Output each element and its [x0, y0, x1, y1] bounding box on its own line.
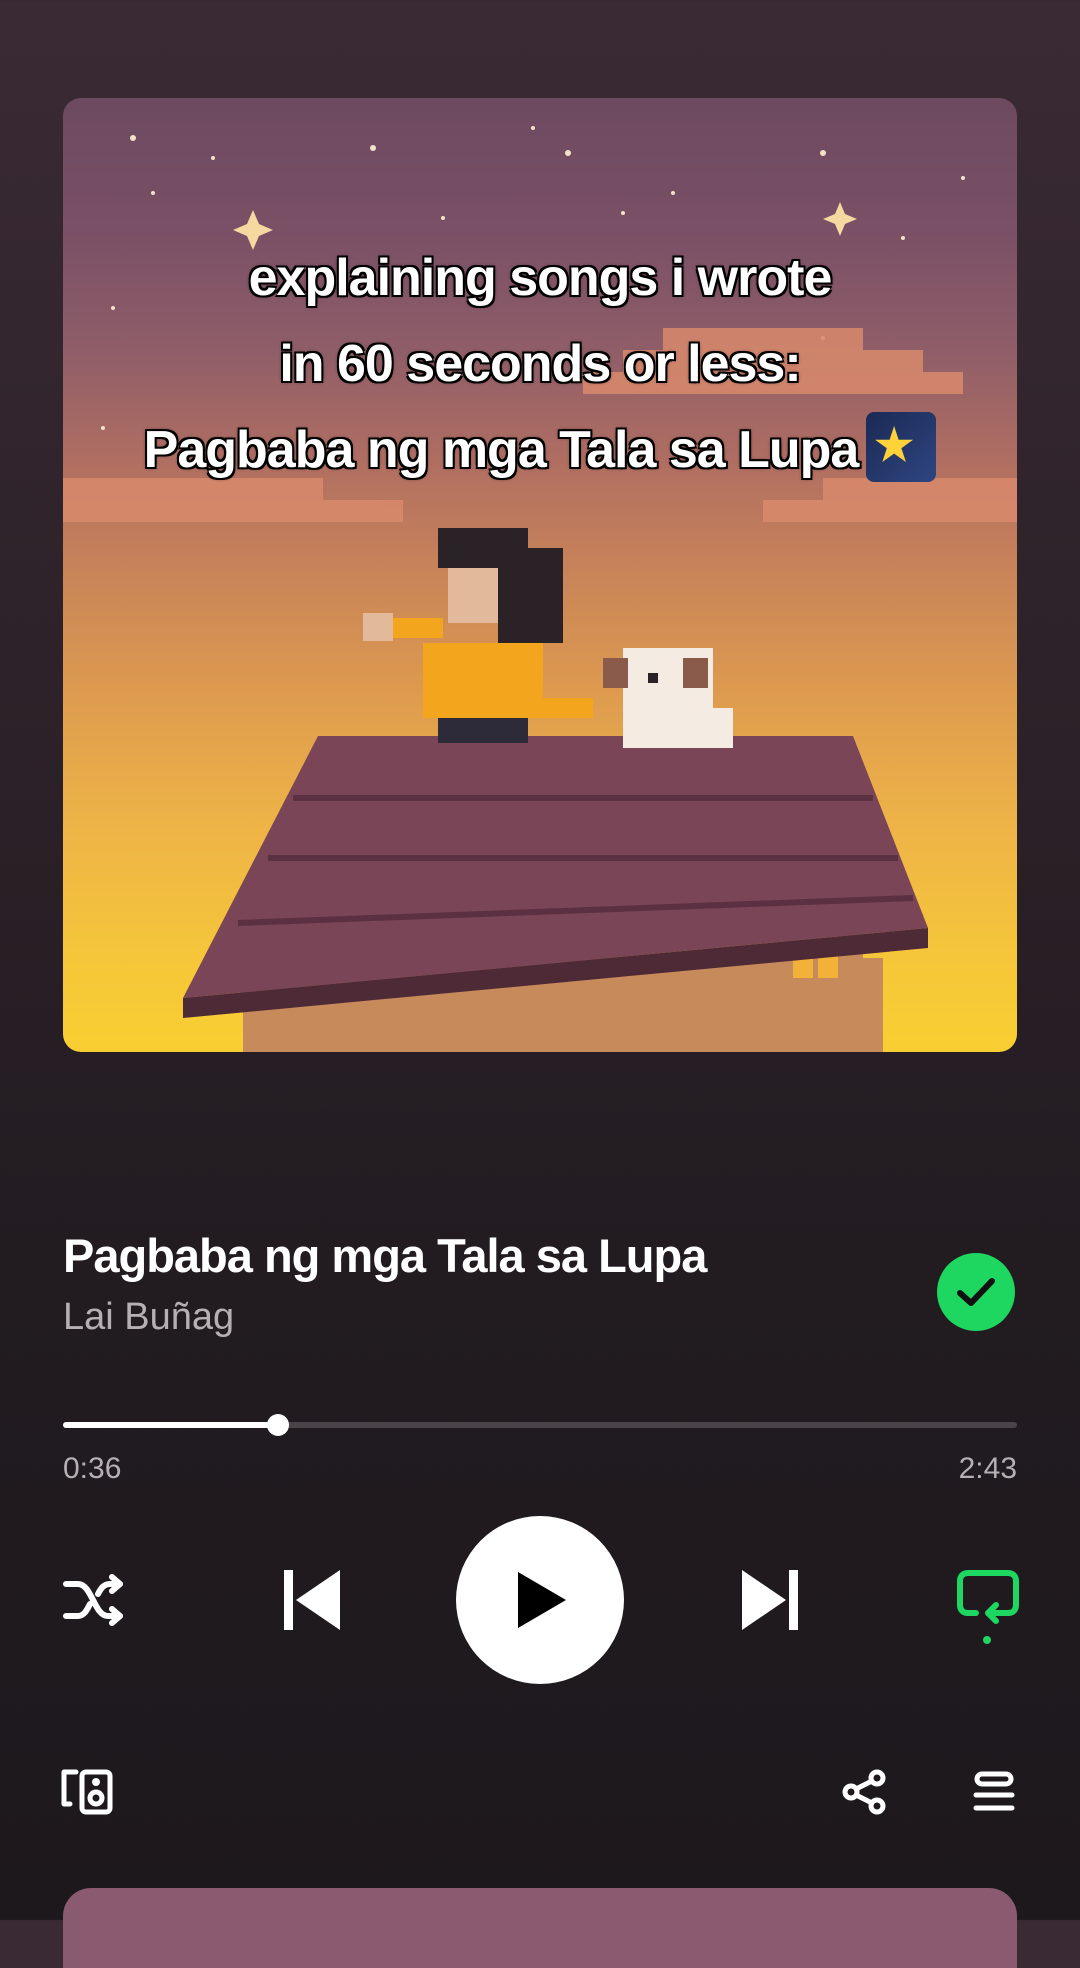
connect-device-icon	[61, 1769, 113, 1815]
caption-line-1: explaining songs i wrote	[248, 249, 833, 307]
share-button[interactable]	[838, 1766, 890, 1818]
previous-button[interactable]	[278, 1566, 346, 1634]
play-button[interactable]	[456, 1516, 624, 1684]
caption-line-3: Pagbaba ng mga Tala sa Lupa	[63, 407, 1017, 493]
elapsed-time: 0:36	[63, 1452, 122, 1485]
total-time: 2:43	[958, 1452, 1017, 1485]
check-icon	[957, 1278, 995, 1306]
skip-forward-icon	[742, 1570, 798, 1630]
shuffle-icon	[63, 1574, 123, 1626]
caption-line-3-text: Pagbaba ng mga Tala sa Lupa	[143, 421, 860, 479]
lyrics-sheet-peek[interactable]	[63, 1888, 1017, 1968]
queue-button[interactable]	[968, 1766, 1020, 1818]
repeat-icon	[957, 1570, 1019, 1624]
shuffle-button[interactable]	[58, 1568, 130, 1632]
video-caption: explaining songs i wrote in 60 seconds o…	[63, 235, 1017, 493]
track-title[interactable]: Pagbaba ng mga Tala sa Lupa	[63, 1228, 707, 1283]
progress-fill	[63, 1422, 278, 1428]
play-icon	[518, 1572, 566, 1628]
skip-back-icon	[284, 1570, 340, 1630]
share-icon	[842, 1769, 886, 1815]
connect-device-button[interactable]	[58, 1766, 118, 1818]
queue-icon	[973, 1771, 1015, 1811]
repeat-button[interactable]	[952, 1566, 1024, 1630]
progress-bar[interactable]	[63, 1414, 1017, 1436]
artist-name[interactable]: Lai Buñag	[63, 1296, 234, 1339]
album-art: explaining songs i wrote in 60 seconds o…	[63, 98, 1017, 1052]
next-button[interactable]	[736, 1566, 804, 1634]
liked-check-button[interactable]	[937, 1253, 1015, 1331]
shooting-star-icon	[866, 412, 937, 483]
progress-knob[interactable]	[266, 1414, 289, 1436]
repeat-active-indicator	[983, 1636, 991, 1644]
caption-line-2: in 60 seconds or less:	[279, 335, 801, 393]
